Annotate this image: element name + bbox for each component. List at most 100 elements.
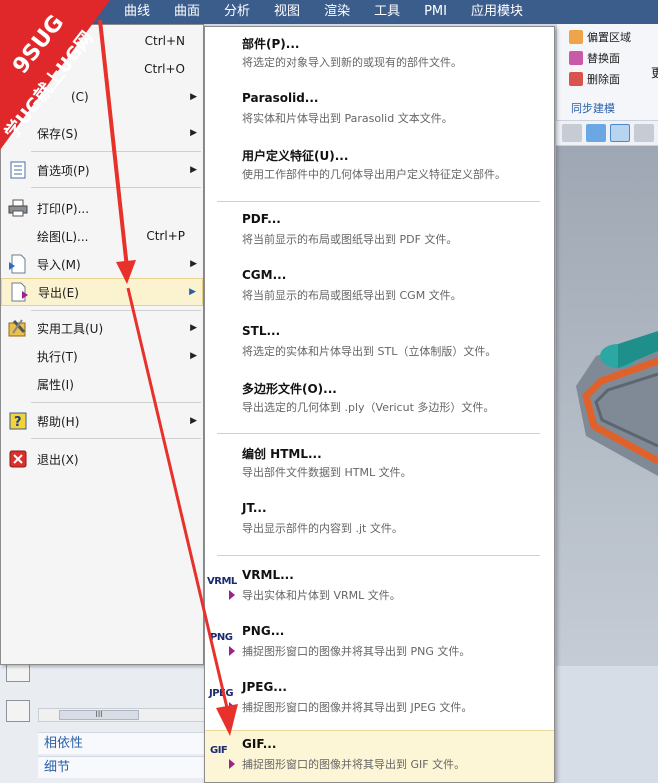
replace-face-button[interactable]: 替换面: [569, 49, 620, 67]
file-export-item[interactable]: 导出(E) ▶: [1, 278, 203, 306]
file-close-item[interactable]: (C) ▶: [1, 85, 203, 109]
export-html-item[interactable]: 编创 HTML... 导出部件文件数据到 HTML 文件。: [205, 439, 554, 491]
submenu-arrow-icon: ▶: [190, 259, 197, 269]
file-help-item[interactable]: ? 帮助(H) ▶: [1, 409, 203, 433]
scrollbar-thumb[interactable]: III: [59, 710, 139, 720]
export-jt-item[interactable]: JT... 导出显示部件的内容到 .jt 文件。: [205, 495, 554, 547]
details-tab[interactable]: 细节: [38, 756, 206, 778]
file-execute-item[interactable]: 执行(T) ▶: [1, 344, 203, 368]
properties-label: 属性(I): [37, 377, 74, 392]
file-preferences-item[interactable]: 首选项(P) ▶: [1, 158, 203, 182]
export-png-title: PNG...: [242, 624, 285, 638]
graphics-window[interactable]: [556, 146, 658, 666]
export-jpeg-desc: 捕捉图形窗口的图像并将其导出到 JPEG 文件。: [242, 701, 473, 714]
dependencies-tab[interactable]: 相依性: [38, 732, 206, 754]
export-pdf-item[interactable]: PDF... 将当前显示的布局或图纸导出到 PDF 文件。: [205, 206, 554, 258]
preferences-label: 首选项(P): [37, 163, 90, 178]
menu-pmi[interactable]: PMI: [412, 0, 459, 24]
file-exit-item[interactable]: 退出(X): [1, 447, 203, 471]
menu-view[interactable]: 视图: [262, 0, 312, 24]
help-label: 帮助(H): [37, 414, 80, 429]
export-part-item[interactable]: 部件(P)... 将选定的对象导入到新的或现有的部件文件。: [205, 29, 554, 81]
printer-icon: [7, 198, 29, 218]
offset-region-icon: [569, 30, 583, 44]
replace-face-icon: [569, 51, 583, 65]
utilities-label: 实用工具(U): [37, 321, 104, 336]
menu-analysis[interactable]: 分析: [212, 0, 262, 24]
navigator-panel: III 相依性 细节: [0, 660, 206, 783]
snap-point-icon[interactable]: [610, 124, 630, 142]
export-pdf-desc: 将当前显示的布局或图纸导出到 PDF 文件。: [242, 233, 458, 246]
export-gif-desc: 捕捉图形窗口的图像并将其导出到 GIF 文件。: [242, 758, 466, 771]
export-vrml-item[interactable]: VRML VRML... 导出实体和片体到 VRML 文件。: [205, 562, 554, 614]
menu-surface[interactable]: 曲面: [162, 0, 212, 24]
new-shortcut: Ctrl+N: [144, 34, 185, 48]
jpeg-icon: JPEG: [209, 688, 234, 699]
ribbon-panel: 偏置区域 替换面 删除面 更 同步建模: [556, 24, 658, 120]
file-new-item[interactable]: Ctrl+N: [1, 29, 203, 53]
menu-separator: [31, 402, 201, 403]
shaded-view-icon[interactable]: [586, 124, 606, 142]
menu-applications[interactable]: 应用模块: [459, 0, 535, 24]
file-save-item[interactable]: 保存(S) ▶: [1, 121, 203, 145]
export-png-item[interactable]: PNG PNG... 捕捉图形窗口的图像并将其导出到 PNG 文件。: [205, 618, 554, 670]
submenu-arrow-icon: ▶: [190, 323, 197, 333]
export-stl-title: STL...: [242, 324, 281, 338]
submenu-arrow-icon: ▶: [190, 351, 197, 361]
export-part-desc: 将选定的对象导入到新的或现有的部件文件。: [242, 56, 462, 69]
submenu-arrow-icon: ▶: [189, 287, 196, 297]
menu-separator: [31, 438, 201, 439]
render-style-icon[interactable]: [562, 124, 582, 142]
export-stl-desc: 将选定的实体和片体导出到 STL（立体制版）文件。: [242, 345, 497, 358]
file-properties-item[interactable]: 属性(I): [1, 372, 203, 396]
file-open-item[interactable]: Ctrl+O: [1, 57, 203, 81]
offset-region-button[interactable]: 偏置区域: [569, 28, 631, 46]
ribbon-edge-label: 更: [651, 66, 658, 80]
menu-separator: [31, 310, 201, 311]
preferences-icon: [7, 160, 29, 180]
png-icon: PNG: [210, 632, 233, 643]
delete-face-label: 删除面: [587, 73, 620, 86]
navigator-tab-icon-2[interactable]: [6, 700, 30, 722]
export-label: 导出(E): [38, 285, 79, 300]
svg-text:?: ?: [14, 415, 22, 430]
export-gif-title: GIF...: [242, 737, 277, 751]
import-icon: [7, 254, 29, 274]
submenu-separator: [217, 201, 540, 202]
export-gif-item[interactable]: GIF GIF... 捕捉图形窗口的图像并将其导出到 GIF 文件。: [205, 730, 554, 782]
export-polygon-title: 多边形文件(O)...: [242, 382, 337, 396]
menu-curve[interactable]: 曲线: [112, 0, 162, 24]
menu-render[interactable]: 渲染: [312, 0, 362, 24]
vrml-icon: VRML: [207, 576, 237, 587]
submenu-separator: [217, 433, 540, 434]
submenu-arrow-icon: ▶: [190, 128, 197, 138]
file-plot-item[interactable]: 绘图(L)... Ctrl+P: [1, 224, 203, 248]
utilities-icon: [7, 318, 29, 338]
menu-separator: [31, 151, 201, 152]
file-print-item[interactable]: 打印(P)...: [1, 196, 203, 220]
export-icon: [8, 282, 30, 302]
file-import-item[interactable]: 导入(M) ▶: [1, 252, 203, 276]
view-toolbar: [556, 120, 658, 146]
gif-icon: GIF: [210, 745, 228, 756]
file-utilities-item[interactable]: 实用工具(U) ▶: [1, 316, 203, 340]
export-udf-desc: 使用工作部件中的几何体导出用户定义特征定义部件。: [242, 168, 506, 181]
export-udf-item[interactable]: 用户定义特征(U)... 使用工作部件中的几何体导出用户定义特征定义部件。: [205, 141, 554, 193]
export-arrow-icon: [229, 759, 235, 769]
export-jpeg-item[interactable]: JPEG JPEG... 捕捉图形窗口的图像并将其导出到 JPEG 文件。: [205, 674, 554, 726]
export-cgm-desc: 将当前显示的布局或图纸导出到 CGM 文件。: [242, 289, 462, 302]
help-icon: ?: [7, 411, 29, 431]
submenu-arrow-icon: ▶: [190, 92, 197, 102]
export-polygon-item[interactable]: 多边形文件(O)... 导出选定的几何体到 .ply（Vericut 多边形）文…: [205, 374, 554, 426]
delete-face-button[interactable]: 删除面: [569, 70, 620, 88]
sync-modeling-group-label: 同步建模: [571, 102, 615, 115]
horizontal-scrollbar[interactable]: III: [38, 708, 206, 722]
export-cgm-item[interactable]: CGM... 将当前显示的布局或图纸导出到 CGM 文件。: [205, 262, 554, 314]
menu-tools[interactable]: 工具: [362, 0, 412, 24]
move-icon[interactable]: [634, 124, 654, 142]
save-label: 保存(S): [37, 126, 78, 141]
export-stl-item[interactable]: STL... 将选定的实体和片体导出到 STL（立体制版）文件。: [205, 318, 554, 370]
export-parasolid-item[interactable]: Parasolid... 将实体和片体导出到 Parasolid 文本文件。: [205, 85, 554, 137]
export-cgm-title: CGM...: [242, 268, 287, 282]
menu-bar: 曲线 曲面 分析 视图 渲染 工具 PMI 应用模块: [0, 0, 658, 24]
